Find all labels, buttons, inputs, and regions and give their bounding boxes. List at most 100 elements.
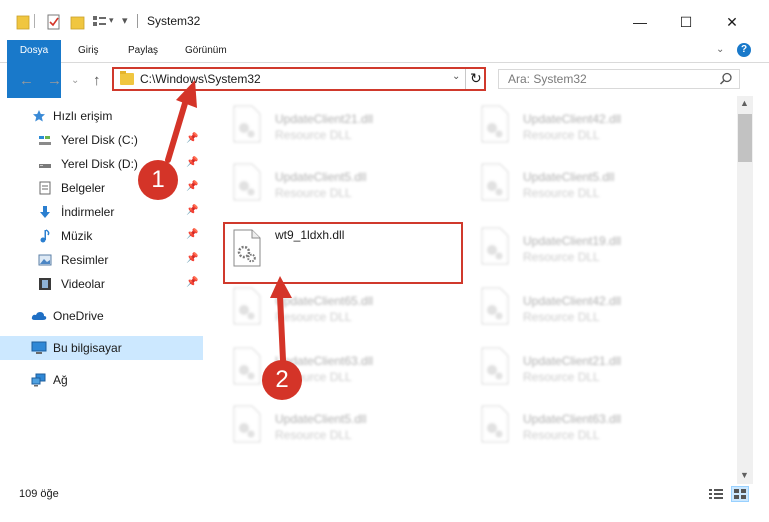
qa-divider (34, 14, 35, 28)
file-name: UpdateClient65.dll (275, 294, 374, 308)
forward-icon[interactable]: → (47, 72, 62, 89)
tab-home[interactable]: Giriş (78, 40, 99, 62)
folder-icon (120, 71, 134, 85)
file-name: UpdateClient5.dll (523, 170, 615, 184)
nav-item-videos[interactable]: Videolar 📌 (0, 272, 203, 296)
file-name: UpdateClient21.dll (523, 354, 622, 368)
nav-item-onedrive[interactable]: OneDrive (0, 304, 203, 328)
close-button[interactable]: ✕ (709, 8, 755, 36)
search-icon (719, 72, 732, 85)
folder-icon (16, 15, 30, 30)
nav-label: Hızlı erişim (53, 109, 113, 123)
address-dropdown-icon[interactable]: ⌄ (452, 71, 460, 82)
file-type: Resource DLL (275, 128, 352, 142)
drive-icon (39, 164, 51, 168)
dll-file-icon (233, 105, 261, 143)
nav-item-this-pc[interactable]: Bu bilgisayar (0, 336, 203, 360)
file-name: UpdateClient5.dll (275, 412, 367, 426)
nav-item-quick-access[interactable]: Hızlı erişim (0, 104, 203, 128)
maximize-button[interactable]: ☐ (663, 8, 709, 36)
scroll-down-icon[interactable]: ▼ (740, 470, 749, 480)
refresh-icon[interactable]: ↻ (470, 70, 482, 87)
tab-view[interactable]: Görünüm (185, 40, 227, 62)
back-icon[interactable]: ← (19, 72, 34, 89)
help-icon[interactable]: ? (737, 43, 751, 57)
dll-file-icon (481, 405, 509, 443)
address-bar[interactable]: C:\Windows\System32 ⌄ ↻ (112, 67, 486, 91)
file-item[interactable]: UpdateClient21.dll Resource DLL (225, 100, 465, 158)
step-callout-1: 1 (138, 160, 178, 200)
file-item[interactable]: UpdateClient65.dll Resource DLL (225, 282, 465, 340)
dll-file-icon (481, 287, 509, 325)
file-list: UpdateClient21.dll Resource DLL UpdateCl… (203, 96, 737, 470)
view-icon[interactable] (92, 13, 108, 31)
dll-file-icon (233, 163, 261, 201)
file-name: UpdateClient63.dll (523, 412, 622, 426)
navigation-pane: Hızlı erişim Yerel Disk (C:) 📌 Yerel Dis… (0, 100, 203, 470)
nav-label: Müzik (61, 229, 93, 243)
file-name: UpdateClient42.dll (523, 112, 622, 126)
computer-icon (31, 341, 47, 354)
nav-label: Yerel Disk (C:) (61, 133, 138, 147)
minimize-button[interactable]: — (617, 8, 663, 36)
file-item[interactable]: UpdateClient63.dll Resource DLL (225, 342, 465, 400)
nav-item-downloads[interactable]: İndirmeler 📌 (0, 200, 203, 224)
pin-icon[interactable]: 📌 (186, 253, 198, 264)
chevron-down-icon[interactable]: ▾ (109, 15, 114, 26)
nav-label: Belgeler (61, 181, 106, 195)
pictures-icon (38, 254, 52, 266)
customize-qa-icon[interactable]: ▾ (122, 14, 128, 27)
dll-file-icon (481, 163, 509, 201)
pin-icon[interactable]: 📌 (186, 205, 198, 216)
file-item[interactable]: UpdateClient63.dll Resource DLL (473, 400, 713, 458)
pin-icon[interactable]: 📌 (186, 229, 198, 240)
expand-ribbon-icon[interactable]: ⌄ (716, 44, 724, 55)
file-type: Resource DLL (523, 186, 600, 200)
details-view-icon[interactable] (708, 487, 724, 501)
address-path: C:\Windows\System32 (140, 72, 261, 86)
vertical-scrollbar[interactable]: ▲ ▼ (737, 96, 753, 484)
file-item[interactable]: UpdateClient19.dll Resource DLL (473, 222, 713, 280)
file-name: wt9_1ldxh.dll (275, 228, 345, 242)
file-type: Resource DLL (523, 128, 600, 142)
dll-file-icon (481, 347, 509, 385)
scroll-thumb[interactable] (738, 114, 752, 162)
scroll-up-icon[interactable]: ▲ (740, 98, 749, 108)
dll-file-icon (481, 227, 509, 265)
pin-icon[interactable]: 📌 (186, 181, 198, 192)
nav-item-music[interactable]: Müzik 📌 (0, 224, 203, 248)
recent-chevron-icon[interactable]: ⌄ (71, 75, 79, 86)
new-folder-icon[interactable] (70, 13, 86, 31)
dll-file-icon (233, 287, 261, 325)
dll-file-icon (233, 347, 261, 385)
nav-label: Yerel Disk (D:) (61, 157, 138, 171)
nav-label: Bu bilgisayar (53, 341, 122, 355)
large-icons-view-icon[interactable] (731, 486, 749, 502)
file-item[interactable]: UpdateClient42.dll Resource DLL (473, 100, 713, 158)
title-divider (137, 14, 138, 28)
file-item[interactable]: UpdateClient5.dll Resource DLL (225, 158, 465, 216)
status-bar: 109 öğe (0, 484, 769, 506)
file-name: UpdateClient19.dll (523, 234, 622, 248)
properties-icon[interactable] (46, 13, 62, 31)
music-icon (40, 229, 50, 243)
nav-label: Ağ (53, 373, 68, 387)
selected-file-item[interactable]: wt9_1ldxh.dll (223, 222, 463, 284)
nav-item-local-disk-c[interactable]: Yerel Disk (C:) 📌 (0, 128, 203, 152)
tab-share[interactable]: Paylaş (128, 40, 158, 62)
pin-icon[interactable]: 📌 (186, 133, 198, 144)
file-item[interactable]: UpdateClient42.dll Resource DLL (473, 282, 713, 340)
pin-icon[interactable]: 📌 (186, 157, 198, 168)
nav-item-network[interactable]: Ağ (0, 368, 203, 392)
dll-file-icon (233, 405, 261, 443)
file-item[interactable]: UpdateClient5.dll Resource DLL (473, 158, 713, 216)
pin-icon[interactable]: 📌 (186, 277, 198, 288)
cloud-icon (31, 312, 47, 320)
network-icon (31, 373, 46, 387)
nav-item-pictures[interactable]: Resimler 📌 (0, 248, 203, 272)
tab-file[interactable]: Dosya (7, 40, 61, 98)
file-item[interactable]: UpdateClient21.dll Resource DLL (473, 342, 713, 400)
file-item[interactable]: UpdateClient5.dll Resource DLL (225, 400, 465, 458)
search-input[interactable]: Ara: System32 (498, 69, 740, 89)
up-icon[interactable]: ↑ (93, 72, 101, 89)
